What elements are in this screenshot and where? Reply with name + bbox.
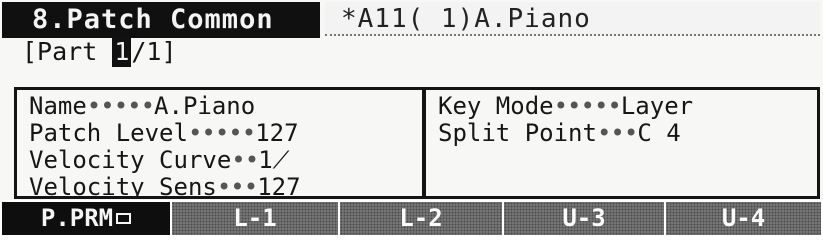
tab-label: U-3 (562, 204, 606, 232)
part-indicator: [Part 1/1] (22, 37, 177, 67)
right-parameter-panel: Key Mode•••••Layer Split Point•••C 4 (423, 87, 820, 199)
leader-dots: ••••• (553, 92, 622, 120)
tab-label: L-1 (233, 204, 277, 232)
tab-label: L-2 (399, 204, 443, 232)
leader-dots: ••••• (86, 92, 155, 120)
tab-l-2[interactable]: L-2 (340, 202, 502, 235)
param-value: 1⟋ (258, 146, 290, 174)
leader-dots: ••• (216, 173, 258, 199)
leader-dots: •• (231, 146, 259, 174)
tab-p-prm[interactable]: P.PRM (2, 202, 170, 235)
param-patch-level[interactable]: Patch Level•••••127 (29, 119, 299, 147)
param-key-mode[interactable]: Key Mode•••••Layer (438, 92, 693, 120)
leader-dots: ••••• (187, 119, 256, 147)
param-label: Velocity Curve (29, 146, 232, 174)
left-parameter-panel: Name•••••A.Piano Patch Level•••••127 Vel… (14, 87, 425, 199)
param-value: 127 (257, 173, 301, 199)
param-velocity-curve[interactable]: Velocity Curve••1⟋ (29, 146, 289, 174)
param-value: C 4 (637, 119, 681, 147)
part-suffix: /1] (131, 37, 177, 66)
param-velocity-sens[interactable]: Velocity Sens•••127 (29, 173, 301, 199)
leader-dots: ••• (596, 119, 638, 147)
param-label: Split Point (438, 119, 597, 147)
param-label: Name (29, 92, 87, 120)
param-split-point[interactable]: Split Point•••C 4 (438, 119, 681, 147)
param-value: A.Piano (154, 92, 256, 120)
tab-label: P.PRM (40, 204, 114, 232)
param-value: Layer (620, 92, 694, 120)
patch-identifier: *A11( 1)A.Piano (325, 2, 820, 36)
param-label: Patch Level (29, 119, 188, 147)
param-label: Velocity Sens (29, 173, 217, 199)
function-tab-bar: P.PRM L-1 L-2 U-3 U-4 (0, 200, 823, 235)
part-prefix: [Part (22, 37, 113, 66)
tab-u-3[interactable]: U-3 (504, 202, 664, 235)
tab-label: U-4 (721, 204, 766, 232)
lcd-screen: 8.Patch Common *A11( 1)A.Piano [Part 1/1… (0, 0, 823, 235)
page-title: 8.Patch Common (2, 2, 320, 38)
current-part-cursor[interactable]: 1 (112, 37, 132, 67)
tab-l-1[interactable]: L-1 (172, 202, 338, 235)
tab-u-4[interactable]: U-4 (666, 202, 821, 235)
page-icon (116, 213, 132, 224)
param-name[interactable]: Name•••••A.Piano (29, 92, 255, 120)
param-label: Key Mode (438, 92, 554, 120)
param-value: 127 (255, 119, 299, 147)
